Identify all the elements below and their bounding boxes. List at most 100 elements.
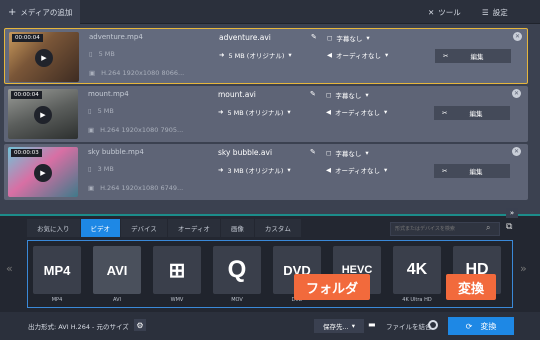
close-icon[interactable]: ✕ — [512, 147, 521, 156]
chevron-down-icon: ▾ — [384, 108, 388, 116]
arrow-right-icon: ➜ — [219, 51, 225, 59]
format-4k[interactable]: 4K — [393, 246, 441, 294]
avi-icon: AVI — [106, 262, 128, 278]
scissors-icon: ✂ — [443, 52, 449, 60]
file-icon: ▯ — [88, 107, 92, 115]
scroll-right-icon[interactable]: » — [520, 262, 527, 275]
tab-favorites[interactable]: お気に入り — [27, 219, 80, 237]
output-size[interactable]: ➜ 3 MB (オリジナル) ▾ — [218, 165, 291, 175]
output-size[interactable]: ➜ 5 MB (オリジナル) ▾ — [219, 50, 292, 60]
play-icon[interactable]: ▶ — [34, 164, 52, 182]
play-icon[interactable]: ▶ — [34, 106, 52, 124]
output-filename[interactable]: adventure.avi — [219, 33, 271, 42]
chevron-down-icon: ▾ — [351, 322, 355, 330]
format-search-input[interactable] — [390, 222, 500, 236]
close-icon[interactable]: ✕ — [513, 32, 522, 41]
format-grid: MP4 MP4 AVI AVI ⊞ WMV Q MOV DVD DVD HEVC… — [27, 240, 513, 308]
source-size-label: 3 MB — [97, 165, 114, 173]
output-size-label: 3 MB (オリジナル) — [227, 167, 284, 175]
chevron-down-icon: ▾ — [366, 34, 370, 42]
tools-button[interactable]: ✕ ツール — [420, 0, 469, 24]
tab-video[interactable]: ビデオ — [80, 219, 120, 237]
chevron-down-icon: ▾ — [384, 166, 388, 174]
chevron-down-icon: ▾ — [365, 149, 369, 157]
callout-folder: フォルダ — [294, 274, 370, 300]
format-label: MP4 — [51, 297, 63, 303]
folder-icon[interactable]: ▬ — [368, 320, 376, 329]
video-thumbnail[interactable]: 00:00:03 ▶ — [8, 147, 78, 197]
menu-icon: ☰ — [482, 7, 489, 17]
source-size: ▯ 3 MB — [88, 165, 114, 173]
video-icon: ▣ — [88, 184, 95, 192]
gear-icon[interactable]: ⚙ — [134, 319, 146, 331]
output-size[interactable]: ➜ 5 MB (オリジナル) ▾ — [218, 107, 291, 117]
arrow-right-icon: ➜ — [218, 166, 224, 174]
subtitle-select[interactable]: ◻ 字幕なし ▾ — [326, 90, 369, 100]
file-item-mount[interactable]: 00:00:04 ▶ mount.mp4 ▯ 5 MB ▣ H.264 1920x1… — [4, 86, 528, 142]
tab-devices[interactable]: デバイス — [121, 219, 167, 237]
settings-button[interactable]: ☰ 設定 — [474, 0, 516, 24]
source-meta-label: H.264 1920x1080 8066... — [101, 69, 185, 77]
pencil-icon[interactable]: ✎ — [310, 148, 316, 156]
file-icon: ▯ — [88, 165, 92, 173]
merge-toggle[interactable] — [428, 320, 438, 330]
refresh-icon: ⟳ — [465, 321, 473, 331]
format-wmv[interactable]: ⊞ — [153, 246, 201, 294]
add-media-button[interactable]: + メディアの追加 — [0, 0, 81, 24]
file-item-sky-bubble[interactable]: 00:00:03 ▶ sky bubble.mp4 ▯ 3 MB ▣ H.264 1… — [4, 144, 528, 200]
subtitle-select[interactable]: ◻ 字幕なし ▾ — [327, 33, 370, 43]
mp4-icon: MP4 — [43, 262, 71, 278]
subtitle-select[interactable]: ◻ 字幕なし ▾ — [326, 148, 369, 158]
chevron-down-icon: ▾ — [287, 108, 291, 116]
search-icon[interactable]: ⌕ — [486, 223, 490, 233]
edit-button[interactable]: ✂ 編集 — [434, 106, 510, 120]
tab-audio[interactable]: オーディオ — [167, 219, 220, 237]
pencil-icon[interactable]: ✎ — [310, 90, 316, 98]
quicktime-icon: Q — [227, 256, 247, 283]
callout-convert: 変換 — [446, 274, 496, 300]
status-bar: 出力形式: AVI H.264 - 元のサイズ ⚙ 保存先... ▾ ▬ ファイル… — [0, 312, 540, 340]
audio-select[interactable]: ◀ オーディオなし ▾ — [326, 165, 387, 175]
scissors-icon: ✂ — [442, 167, 448, 175]
settings-label: 設定 — [492, 7, 508, 17]
device-detect-icon[interactable]: ⧉ — [506, 222, 512, 232]
timecode: 00:00:04 — [11, 91, 42, 99]
format-mov[interactable]: Q — [213, 246, 261, 294]
close-icon[interactable]: ✕ — [512, 89, 521, 98]
subtitle-label: 字幕なし — [336, 35, 363, 43]
format-avi[interactable]: AVI — [93, 246, 141, 294]
source-meta-label: H.264 1920x1080 7905... — [100, 126, 184, 134]
audio-select[interactable]: ◀ オーディオなし ▾ — [326, 107, 387, 117]
speaker-icon: ◀ — [326, 166, 331, 174]
collapse-icon[interactable]: » — [506, 208, 518, 218]
save-to-select[interactable]: 保存先... ▾ — [314, 319, 364, 333]
audio-label: オーディオなし — [336, 52, 382, 60]
output-size-label: 5 MB (オリジナル) — [228, 52, 285, 60]
format-mp4[interactable]: MP4 — [33, 246, 81, 294]
timecode: 00:00:04 — [12, 34, 43, 42]
convert-button[interactable]: ⟳ 変換 — [448, 317, 514, 335]
play-icon[interactable]: ▶ — [35, 49, 53, 67]
source-meta: ▣ H.264 1920x1080 8066... — [89, 69, 184, 77]
audio-label: オーディオなし — [335, 109, 381, 117]
video-thumbnail[interactable]: 00:00:04 ▶ — [8, 89, 78, 139]
edit-button[interactable]: ✂ 編集 — [434, 164, 510, 178]
scroll-left-icon[interactable]: « — [6, 262, 13, 275]
edit-button[interactable]: ✂ 編集 — [435, 49, 511, 63]
edit-label: 編集 — [469, 168, 483, 176]
file-item-adventure[interactable]: 00:00:04 ▶ adventure.mp4 ▯ 5 MB ▣ H.264 19… — [4, 28, 528, 84]
save-to-label: 保存先... — [323, 323, 349, 331]
tab-custom[interactable]: カスタム — [254, 219, 301, 237]
video-thumbnail[interactable]: 00:00:04 ▶ — [9, 32, 79, 82]
timecode: 00:00:03 — [11, 149, 42, 157]
windows-icon: ⊞ — [168, 259, 186, 282]
audio-select[interactable]: ◀ オーディオなし ▾ — [327, 50, 388, 60]
source-meta: ▣ H.264 1920x1080 7905... — [88, 126, 183, 134]
source-filename: adventure.mp4 — [89, 33, 143, 41]
output-filename[interactable]: sky bubble.avi — [218, 148, 272, 157]
tab-images[interactable]: 画像 — [220, 219, 254, 237]
output-filename[interactable]: mount.avi — [218, 90, 256, 99]
speech-bubble-icon: ◻ — [327, 34, 333, 42]
pencil-icon[interactable]: ✎ — [311, 33, 317, 41]
source-filename: mount.mp4 — [88, 90, 129, 98]
